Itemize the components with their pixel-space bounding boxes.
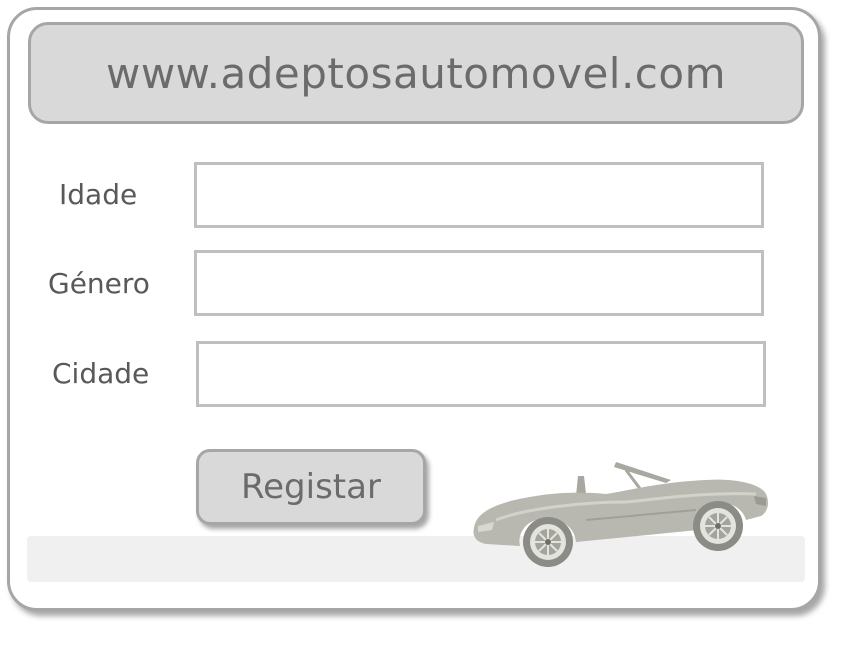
age-label: Idade xyxy=(59,178,138,211)
site-header: www.adeptosautomovel.com xyxy=(28,22,804,124)
site-url-title: www.adeptosautomovel.com xyxy=(105,48,727,98)
city-input[interactable] xyxy=(196,341,766,407)
gender-label: Género xyxy=(48,267,150,300)
city-label: Cidade xyxy=(52,357,150,390)
convertible-car-icon xyxy=(473,462,769,567)
register-button-label: Registar xyxy=(241,467,381,507)
register-button[interactable]: Registar xyxy=(196,449,426,525)
gender-input[interactable] xyxy=(194,250,764,316)
age-input[interactable] xyxy=(194,162,764,228)
